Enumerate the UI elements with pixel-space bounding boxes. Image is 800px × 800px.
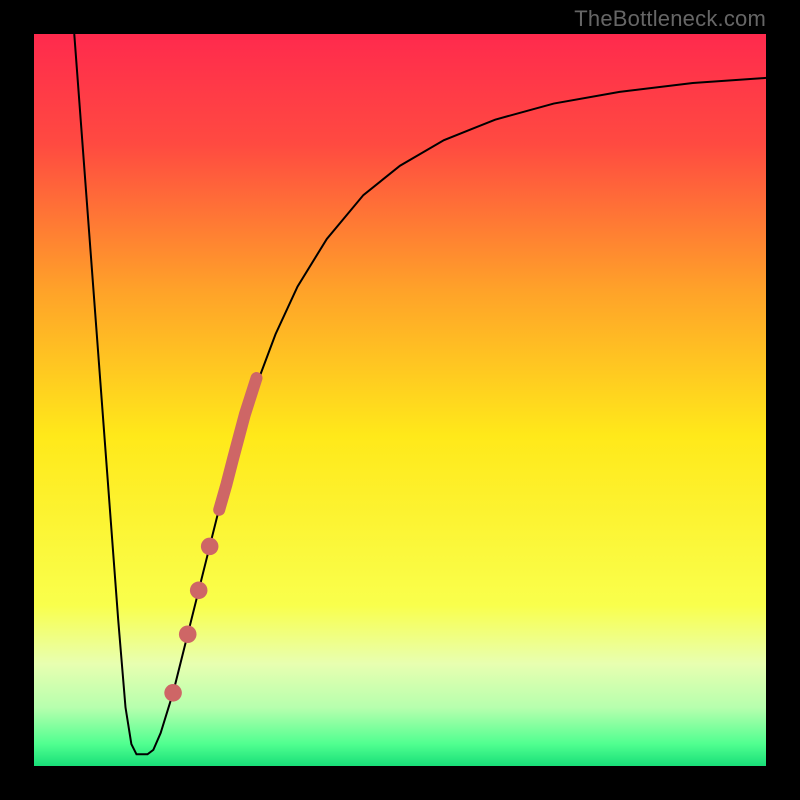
marker-dot (201, 538, 219, 556)
marker-dot (190, 582, 208, 600)
marker-stripe (219, 378, 256, 510)
marker-dot (179, 625, 197, 643)
marker-dot (164, 684, 182, 702)
markers-layer (34, 34, 766, 766)
plot-area (34, 34, 766, 766)
chart-frame: TheBottleneck.com (0, 0, 800, 800)
watermark-text: TheBottleneck.com (574, 6, 766, 32)
